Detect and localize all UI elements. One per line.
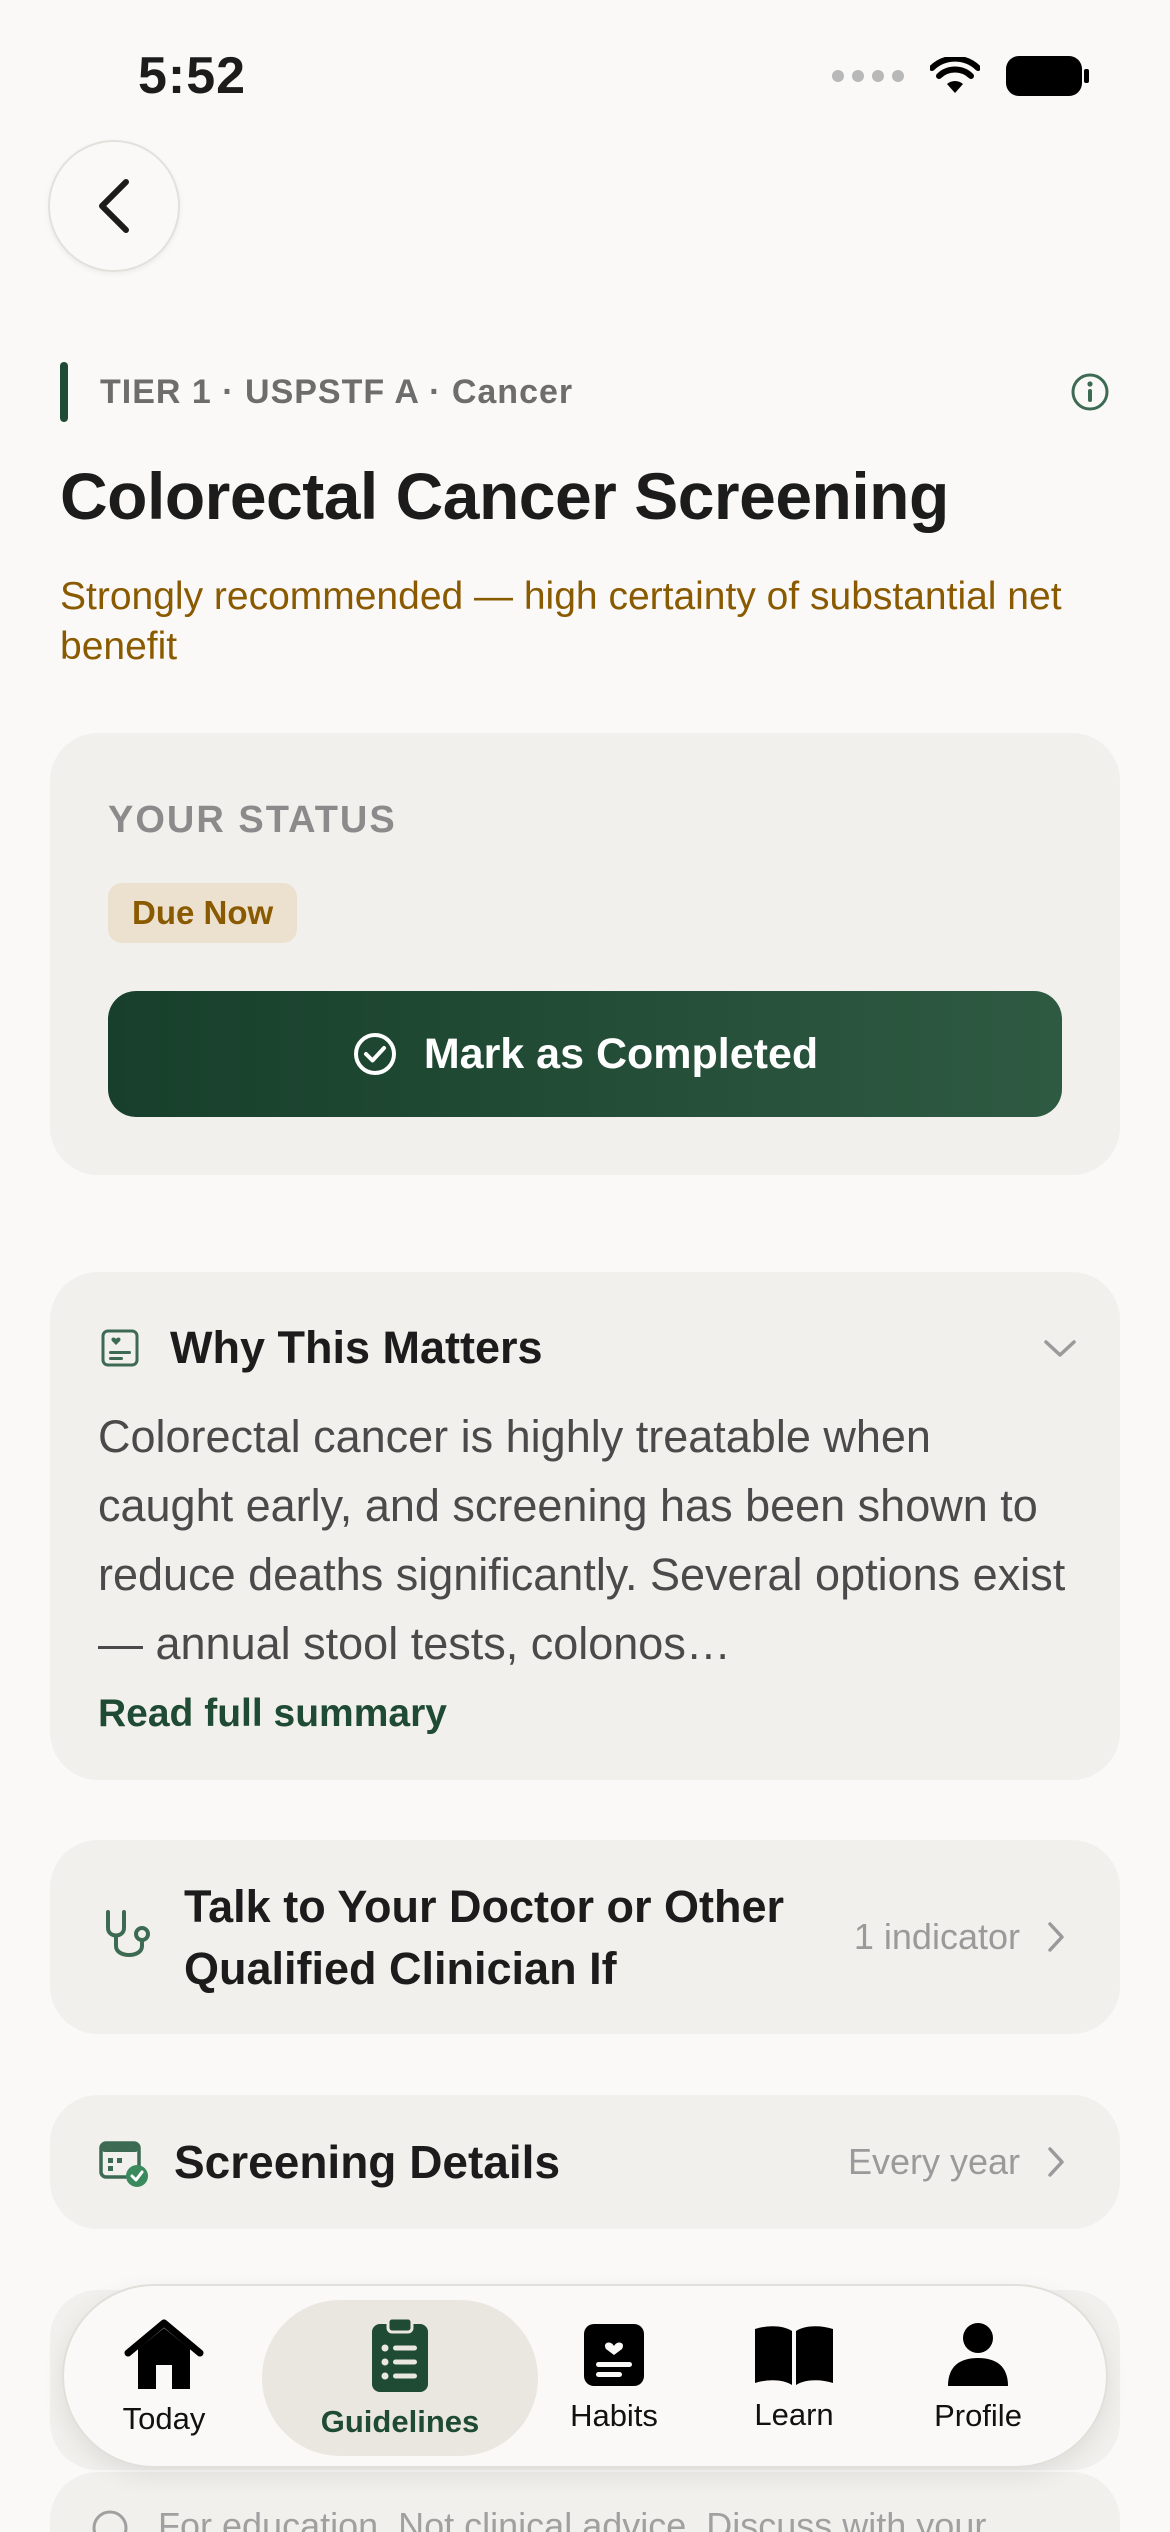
info-icon[interactable] [1070,372,1110,412]
screen: 5:52 TIER 1 · USPSTF A · Cancer Colorect… [0,0,1170,2532]
mark-completed-button[interactable]: Mark as Completed [108,991,1062,1117]
tab-guidelines[interactable]: Guidelines [262,2300,538,2456]
mark-completed-label: Mark as Completed [423,1029,819,1078]
tab-habits-label: Habits [570,2398,658,2433]
check-circle-icon [353,1033,396,1075]
tab-habits[interactable]: Habits [544,2300,684,2456]
clipboard-icon [372,2316,428,2392]
chevron-left-icon [99,179,129,233]
chevron-right-icon [1048,2147,1064,2177]
why-this-matters-title: Why This Matters [170,1322,543,1373]
talk-to-doctor-title: Talk to Your Doctor or Other Qualified C… [184,1881,785,1994]
status-label: YOUR STATUS [108,799,397,841]
disclaimer-text: For education. Not clinical advice. Disc… [158,2505,987,2532]
screening-details-title: Screening Details [174,2136,561,2188]
tier-accent-bar [60,362,68,422]
wifi-icon [930,57,980,93]
tab-today[interactable]: Today [104,2300,224,2456]
why-this-matters-body: Colorectal cancer is highly treatable wh… [98,1411,1066,1669]
tab-profile-label: Profile [934,2398,1022,2433]
chevron-right-icon [1048,1922,1064,1952]
tab-learn[interactable]: Learn [734,2300,854,2456]
tier-label: TIER 1 · USPSTF A · Cancer [100,372,574,411]
indicator-count: 1 indicator [853,1916,1020,1957]
why-this-matters-card: Why This Matters Colorectal cancer is hi… [50,1272,1120,1780]
cellular-signal-icon [832,70,904,82]
tab-guidelines-label: Guidelines [320,2404,480,2439]
page-title: Colorectal Cancer Screening [60,459,949,533]
notebook-icon [584,2324,644,2386]
info-icon [92,2510,128,2532]
talk-to-doctor-row[interactable]: Talk to Your Doctor or Other Qualified C… [50,1840,1120,2034]
status-time: 5:52 [138,47,247,105]
read-full-summary-link[interactable]: Read full summary [98,1692,447,1736]
status-badge: Due Now [108,883,298,943]
tier-row: TIER 1 · USPSTF A · Cancer [60,362,1110,422]
tab-learn-label: Learn [754,2397,834,2432]
house-icon [124,2319,204,2389]
why-this-matters-header[interactable]: Why This Matters [98,1318,1078,1378]
status-card: YOUR STATUS Due Now Mark as Completed [50,733,1120,1175]
tab-bar: Today Guidelines Habits Learn Profile [62,2284,1108,2468]
document-heart-icon [101,1329,139,1367]
chevron-down-icon [1044,1340,1076,1357]
talk-to-doctor-meta: 1 indicator [854,1916,1066,1958]
screening-details-row[interactable]: Screening Details Every year [50,2095,1120,2229]
tab-today-label: Today [122,2401,206,2436]
battery-icon [1006,56,1089,96]
person-icon [948,2323,1008,2386]
screening-frequency: Every year [847,2141,1020,2182]
status-icons [832,56,1090,96]
recommendation-subtitle: Strongly recommended — high certainty of… [60,575,1062,668]
screening-details-meta: Every year [848,2141,1066,2183]
back-button[interactable] [48,140,180,272]
stethoscope-icon [106,1910,150,1957]
book-icon [755,2326,833,2385]
tab-profile[interactable]: Profile [908,2300,1048,2456]
calendar-check-icon [99,2141,148,2187]
